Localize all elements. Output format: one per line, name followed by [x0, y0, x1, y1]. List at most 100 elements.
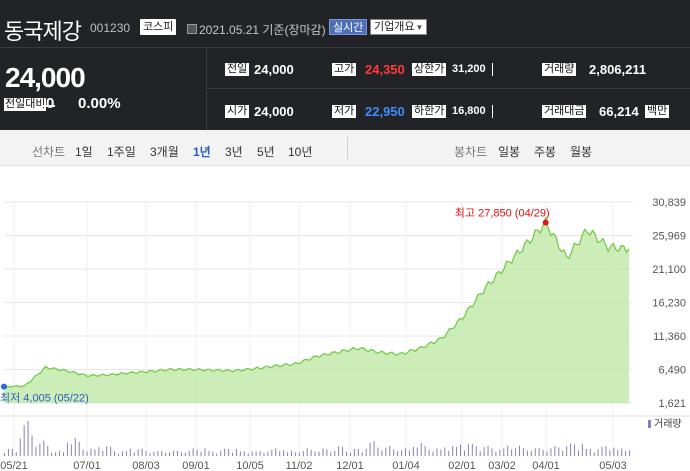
volume-bar — [381, 450, 383, 456]
volume-bar — [621, 448, 623, 456]
volume-bar — [436, 448, 438, 456]
volume-label: 거래량 — [542, 63, 577, 76]
x-tick-label: 09/01 — [182, 460, 210, 471]
volume-bar — [479, 451, 481, 456]
volume-bar — [585, 448, 587, 456]
volume-bar — [515, 448, 517, 456]
volume-bar — [554, 445, 556, 456]
volume-bar — [74, 438, 76, 456]
x-tick-label: 10/05 — [236, 460, 264, 471]
volume-bar — [271, 449, 273, 456]
divider — [206, 88, 690, 89]
volume-bar — [62, 452, 64, 456]
amount-value: 66,214 — [599, 104, 639, 119]
volume-bar — [334, 450, 336, 456]
volume-bar — [322, 448, 324, 456]
volume-bar — [463, 450, 465, 456]
volume-bar — [251, 451, 253, 456]
x-tick-label: 12/01 — [336, 460, 364, 471]
x-tick-label: 11/02 — [286, 460, 313, 471]
y-tick-label: 25,969 — [652, 231, 686, 243]
open-label: 시가 — [225, 105, 250, 118]
volume-bar — [267, 451, 269, 456]
volume-bar — [349, 452, 351, 456]
volume-bar — [47, 446, 49, 456]
market-badge: 코스피 — [140, 19, 177, 35]
candle-chart-label: 봉차트 — [454, 145, 488, 159]
tab-3m[interactable]: 3개월 — [150, 143, 179, 160]
y-tick-label: 21,100 — [652, 264, 686, 276]
volume-bar — [542, 450, 544, 456]
volume-bar — [23, 425, 25, 456]
diff-rate: 0.00% — [78, 95, 121, 112]
volume-bar — [4, 452, 5, 456]
diff-value: 0 — [46, 95, 55, 112]
live-button[interactable]: 실시간 — [329, 19, 368, 35]
volume-bar — [460, 444, 462, 456]
tab-daily[interactable]: 일봉 — [498, 143, 520, 160]
tab-monthly[interactable]: 월봉 — [570, 143, 592, 160]
tab-weekly[interactable]: 주봉 — [534, 143, 556, 160]
volume-bar — [444, 447, 446, 456]
tab-1w[interactable]: 1주일 — [107, 143, 136, 160]
volume-bar — [208, 450, 210, 456]
volume-bar — [78, 441, 80, 456]
x-tick-label: 04/01 — [532, 460, 560, 471]
y-tick-label: 30,839 — [652, 197, 686, 209]
volume-bar — [290, 450, 292, 456]
prev-close-label: 전일 — [225, 63, 250, 76]
volume-bar — [518, 445, 520, 456]
volume-bar — [601, 447, 603, 456]
volume-bar — [212, 451, 214, 456]
volume-bar — [534, 448, 536, 456]
company-info-dropdown[interactable]: 기업개요▼ — [370, 19, 428, 35]
tab-3y[interactable]: 3년 — [225, 143, 243, 160]
volume-bar — [7, 449, 9, 456]
tab-10y[interactable]: 10년 — [288, 143, 312, 160]
volume-bar — [275, 448, 277, 456]
volume-bar — [377, 447, 379, 456]
x-tick-label: 02/01 — [448, 460, 476, 471]
y-tick-label: 16,230 — [652, 298, 686, 310]
volume-bar — [216, 453, 218, 456]
x-tick-label: 05/03 — [599, 460, 627, 471]
amount-label: 거래대금 — [542, 105, 587, 118]
volume-bar — [145, 450, 147, 456]
max-label: 최고 27,850 (04/29) — [455, 207, 550, 220]
volume-value: 2,806,211 — [589, 62, 647, 77]
volume-bar — [609, 450, 611, 456]
volume-bar — [318, 451, 320, 456]
tab-1y[interactable]: 1년 — [193, 143, 211, 160]
volume-bar — [373, 441, 375, 456]
volume-bar — [27, 420, 29, 456]
volume-bar — [235, 448, 237, 456]
volume-bar — [141, 448, 143, 456]
volume-bar — [243, 451, 245, 456]
volume-bar — [310, 449, 312, 456]
volume-bar — [232, 452, 234, 456]
volume-bar — [184, 452, 186, 456]
max-point — [542, 219, 549, 226]
volume-bar — [176, 450, 178, 456]
volume-bar — [629, 450, 631, 456]
stock-code: 001230 — [90, 21, 131, 35]
volume-legend-swatch — [648, 420, 651, 428]
volume-bar — [483, 447, 485, 456]
volume-bar — [530, 450, 532, 456]
x-tick-label: 07/01 — [73, 460, 101, 471]
volume-bar — [133, 452, 135, 456]
volume-bar — [82, 449, 84, 456]
volume-bar — [440, 449, 442, 456]
tab-5y[interactable]: 5년 — [257, 143, 275, 160]
volume-bar — [357, 448, 359, 456]
low-value: 22,950 — [365, 104, 405, 119]
volume-bar — [574, 444, 576, 456]
tab-1d[interactable]: 1일 — [75, 143, 93, 160]
volume-bar — [330, 452, 332, 456]
volume-bar — [114, 451, 116, 456]
volume-bar — [66, 443, 68, 456]
volume-bar — [397, 451, 399, 456]
price-chart[interactable]: 30,839 25,969 21,100 16,230 11,360 6,490 1,621… — [0, 184, 690, 471]
volume-bar — [499, 449, 501, 456]
volume-bar — [169, 452, 171, 456]
